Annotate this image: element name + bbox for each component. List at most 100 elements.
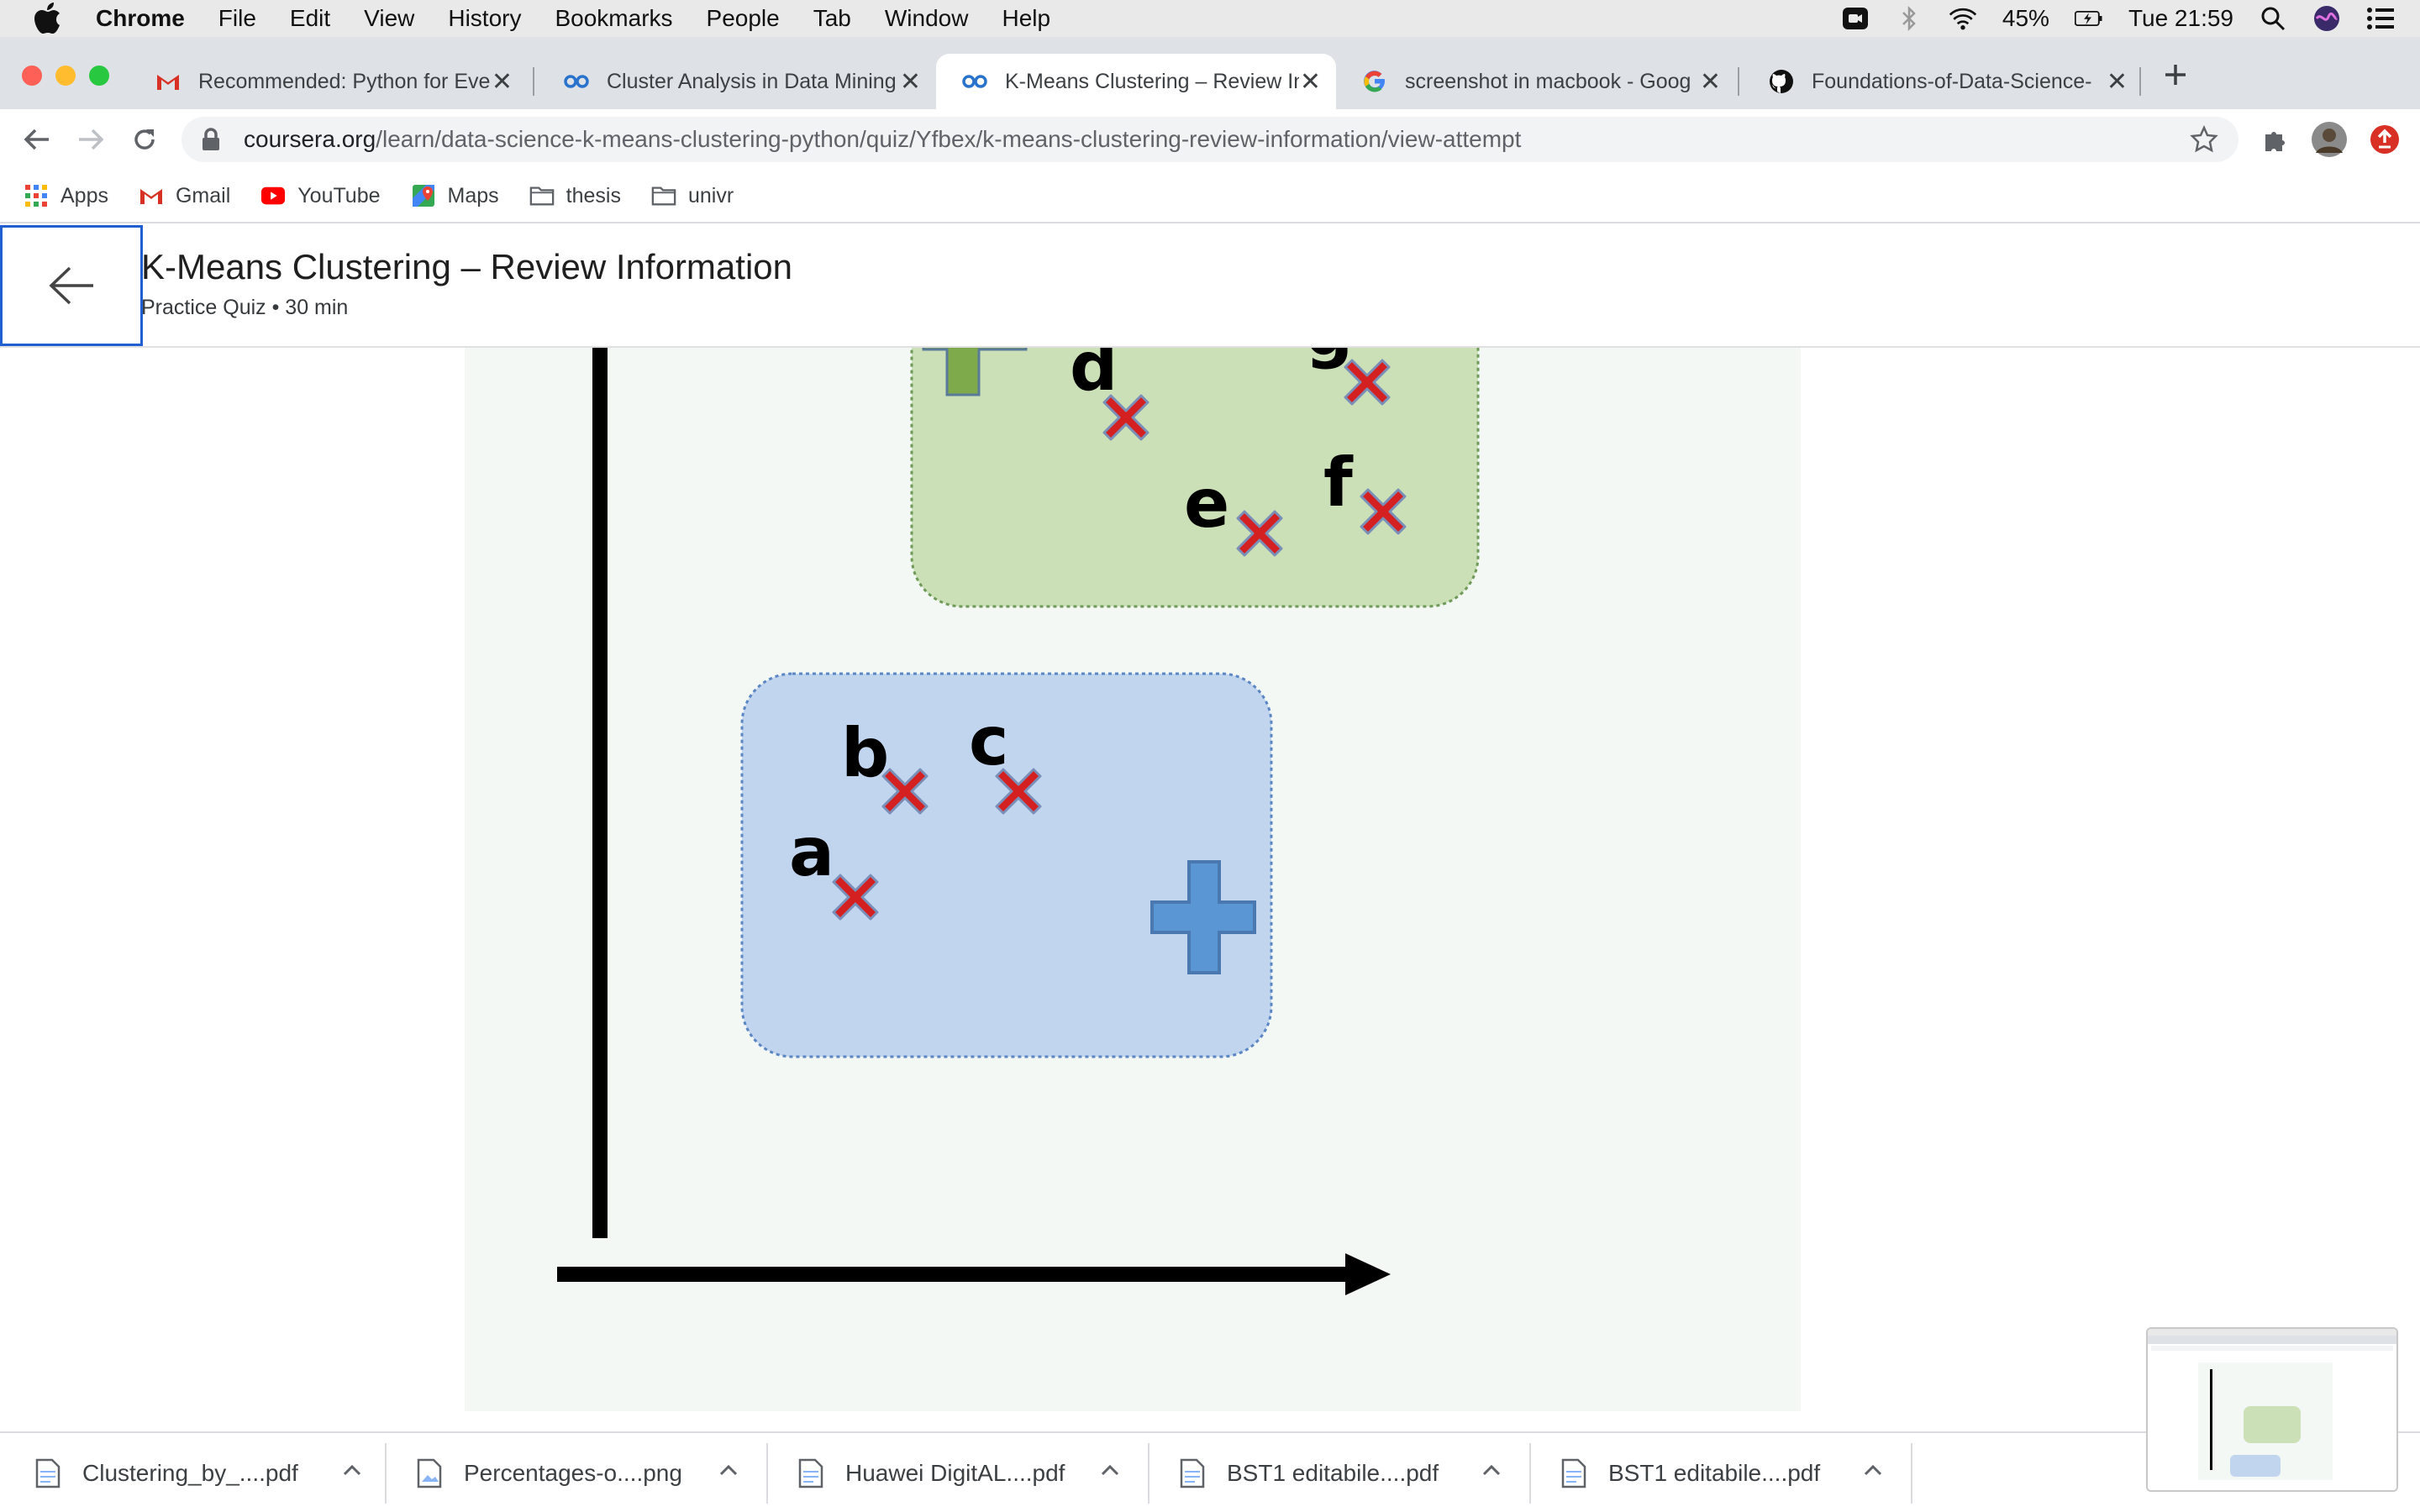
spotlight-search-icon[interactable] [2259,6,2287,31]
downloads-bar: Clustering_by_....pdf Percentages-o....p… [0,1431,2420,1512]
back-arrow-icon[interactable] [18,121,55,158]
bookmark-univr[interactable]: univr [651,183,734,208]
bookmark-thesis[interactable]: thesis [529,183,621,208]
maps-icon [411,183,436,208]
bookmarks-bar: Apps Gmail YouTube Maps thesis univr [0,170,2420,223]
download-item[interactable]: Percentages-o....png [417,1433,739,1512]
browser-toolbar: coursera.org/learn/data-science-k-means-… [0,109,2420,170]
download-item[interactable]: Huawei DigitAL....pdf [798,1433,1121,1512]
menu-people[interactable]: People [707,5,780,32]
screenshot-thumbnail[interactable] [2146,1327,2398,1492]
pdf-file-icon [798,1458,823,1488]
siri-icon[interactable] [2312,6,2341,31]
pdf-file-icon [1561,1458,1586,1488]
window-close-button[interactable] [22,66,42,86]
chevron-up-icon[interactable] [1099,1460,1121,1482]
tab-title: Recommended: Python for Eve [198,69,491,93]
coursera-icon [563,68,590,95]
window-minimize-button[interactable] [55,66,76,86]
tab-title: Foundations-of-Data-Science- [1812,69,2092,93]
download-filename: BST1 editabile....pdf [1227,1460,1439,1486]
github-icon [1768,68,1795,95]
control-center-icon[interactable] [2366,6,2395,31]
x-axis-arrowhead [1345,1253,1391,1295]
bookmark-apps[interactable]: Apps [24,183,108,208]
bookmark-star-icon[interactable] [2190,125,2218,154]
bookmark-label: Apps [60,183,108,207]
quiz-content: d g e f b c a [0,348,2420,1431]
apps-grid-icon [24,183,49,208]
download-item[interactable]: Clustering_by_....pdf [35,1433,363,1512]
bookmark-maps[interactable]: Maps [411,183,499,208]
chevron-up-icon[interactable] [341,1460,363,1482]
download-item[interactable]: BST1 editabile....pdf [1180,1433,1502,1512]
tab-cluster-analysis[interactable]: Cluster Analysis in Data Mining ✕ [538,54,936,109]
close-icon[interactable]: ✕ [900,67,921,97]
tab-title: K-Means Clustering – Review In [1005,69,1299,93]
coursera-icon [961,68,988,95]
clock: Tue 21:59 [2128,5,2233,31]
screenshot-preview-image [2148,1329,2396,1490]
bluetooth-icon[interactable] [1895,6,1923,31]
close-icon[interactable]: ✕ [492,67,513,97]
apple-icon[interactable] [34,2,67,35]
kmeans-figure: d g e f b c a [465,348,1801,1411]
folder-icon [651,183,676,208]
back-button[interactable] [0,225,143,346]
forward-arrow-icon[interactable] [72,121,109,158]
menu-file[interactable]: File [218,5,256,32]
bookmark-label: univr [687,183,734,207]
close-icon[interactable]: ✕ [2107,67,2128,97]
menu-help[interactable]: Help [1002,5,1050,32]
battery-charging-icon[interactable] [2074,6,2103,31]
wifi-icon[interactable] [1949,6,1977,31]
chevron-up-icon[interactable] [718,1460,739,1482]
folder-icon [529,183,555,208]
chevron-up-icon[interactable] [1481,1460,1502,1482]
reload-icon[interactable] [126,121,163,158]
x-axis [557,1267,1347,1282]
tab-google-search[interactable]: screenshot in macbook - Goog ✕ [1336,54,1736,109]
bookmark-youtube[interactable]: YouTube [260,183,381,208]
png-file-icon [417,1458,442,1488]
bookmark-label: thesis [566,183,621,207]
window-zoom-button[interactable] [89,66,109,86]
macos-menu-bar: Chrome File Edit View History Bookmarks … [0,0,2420,37]
pdf-file-icon [1180,1458,1205,1488]
bookmark-label: Gmail [175,183,231,207]
download-item[interactable]: BST1 editabile....pdf [1561,1433,1884,1512]
point-label-b: b [841,714,889,792]
gmail-icon [155,68,182,95]
camera-icon[interactable] [1841,6,1870,31]
menu-edit[interactable]: Edit [290,5,330,32]
update-alert-icon[interactable] [2366,121,2403,158]
battery-percent: 45% [2002,5,2049,31]
menu-window[interactable]: Window [885,5,969,32]
tab-gmail[interactable]: Recommended: Python for Eve ✕ [129,54,528,109]
close-icon[interactable]: ✕ [1300,67,1321,97]
page-title: K-Means Clustering – Review Information [141,247,792,286]
new-tab-button[interactable] [2163,55,2188,96]
lock-icon[interactable] [200,127,222,152]
close-icon[interactable]: ✕ [1700,67,1721,97]
address-bar[interactable]: coursera.org/learn/data-science-k-means-… [182,117,2238,162]
bookmark-gmail[interactable]: Gmail [139,183,230,208]
menu-tab[interactable]: Tab [813,5,851,32]
arrow-left-icon [49,266,93,305]
menu-history[interactable]: History [448,5,521,32]
tab-title: Cluster Analysis in Data Mining [607,69,897,93]
download-filename: Huawei DigitAL....pdf [845,1460,1065,1486]
tab-github[interactable]: Foundations-of-Data-Science- ✕ [1743,54,2143,109]
tab-kmeans-review[interactable]: K-Means Clustering – Review In ✕ [936,54,1336,109]
menu-app-name[interactable]: Chrome [96,5,185,32]
point-label-d: d [1070,348,1118,406]
download-filename: BST1 editabile....pdf [1608,1460,1821,1486]
profile-avatar[interactable] [2311,121,2348,158]
quiz-header: K-Means Clustering – Review Information … [0,223,2420,348]
extensions-puzzle-icon[interactable] [2257,121,2294,158]
url-text[interactable]: coursera.org/learn/data-science-k-means-… [244,126,1521,153]
menu-bookmarks[interactable]: Bookmarks [555,5,672,32]
chevron-up-icon[interactable] [1862,1460,1884,1482]
menu-view[interactable]: View [364,5,414,32]
youtube-icon [260,183,286,208]
